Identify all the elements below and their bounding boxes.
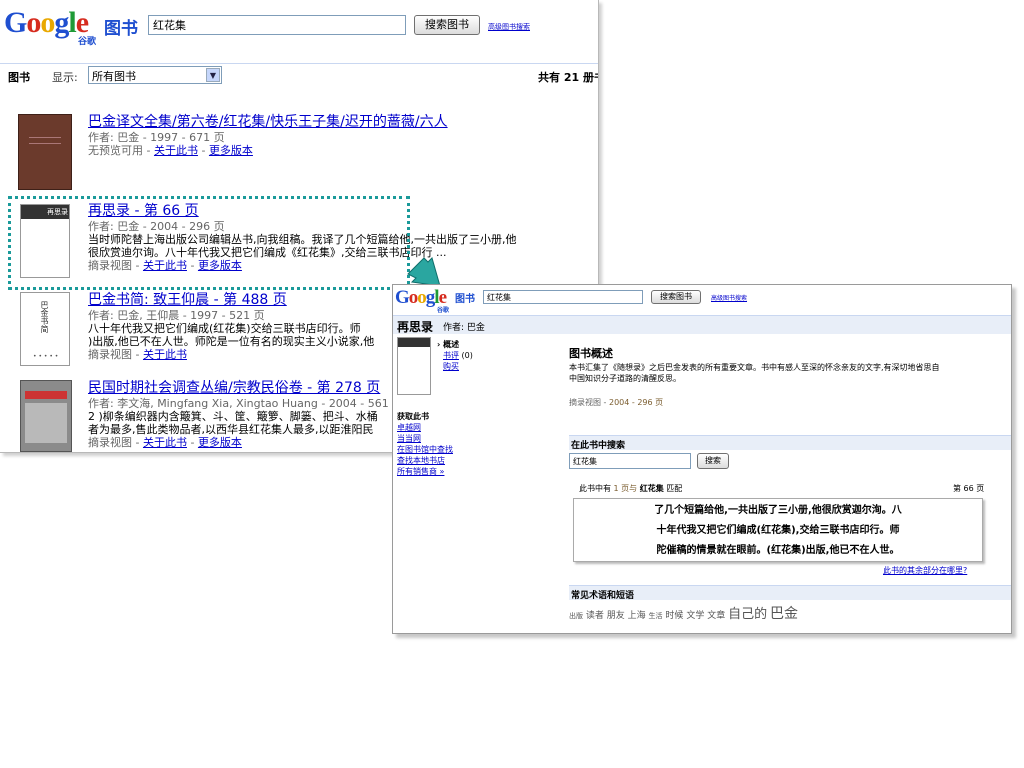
term-link[interactable]: 巴金: [770, 606, 798, 622]
result-meta: 作者: 巴金 - 1997 - 671 页: [88, 131, 225, 144]
book-cover[interactable]: [397, 337, 431, 395]
product-name: 图书: [104, 19, 138, 39]
term-link[interactable]: 出版: [569, 612, 583, 620]
overview-text: 本书汇集了《随想录》之后巴金发表的所有重要文章。书中有感人至深的怀念亲友的文字,…: [569, 363, 940, 383]
nav-overview[interactable]: › 概述: [437, 339, 473, 350]
common-terms-header: 常见术语和短语: [569, 585, 1011, 601]
get-book-panel: 获取此书 卓越网 当当网 在图书馆中查找 查找本地书店 所有销售商 »: [397, 411, 453, 477]
book-title: 再思录: [397, 320, 434, 334]
term-link[interactable]: 生活: [649, 612, 663, 620]
result-count: 共有 21 册书: [538, 71, 599, 84]
in-book-search-input[interactable]: [569, 453, 691, 469]
overview-meta: 摘录视图 - 2004 - 296 页: [569, 398, 664, 407]
result-item-3: 巴金书简: 致王仰晨 - 第 488 页 作者: 巴金, 王仰晨 - 1997 …: [88, 292, 375, 361]
book-detail-window: Google 谷歌 图书 搜索图书 高级图书搜索 再思录 作者: 巴金 › 概述…: [392, 284, 1012, 634]
result-meta: 作者: 巴金, 王仰晨 - 1997 - 521 页: [88, 309, 265, 322]
advanced-search-link[interactable]: 高级图书搜索: [488, 22, 530, 32]
filter-bar: 图书 显示: 所有图书 ▼ 共有 21 册书: [0, 63, 598, 88]
logo-subtitle: 谷歌: [437, 307, 450, 314]
about-book-link[interactable]: 关于此书: [143, 436, 187, 449]
book-author: 作者: 巴金: [443, 323, 485, 333]
term-link[interactable]: 上海: [628, 611, 646, 621]
term-link[interactable]: 文章: [707, 611, 725, 621]
in-book-search-button[interactable]: 搜索: [697, 453, 729, 469]
about-book-link[interactable]: 关于此书: [143, 348, 187, 361]
match-summary: 此书中有 1 页与 红花集 匹配: [579, 484, 683, 493]
snippet-line: 陀催稿的情景就在眼前。(红花集)出版,他已不在人世。: [656, 545, 900, 556]
product-name: 图书: [455, 294, 475, 305]
book-filter-select[interactable]: 所有图书 ▼: [88, 66, 222, 84]
result-meta: 作者: 李文海, Mingfang Xia, Xingtao Huang - 2…: [88, 397, 404, 410]
store-link-joyo[interactable]: 卓越网: [397, 422, 453, 433]
search-input[interactable]: [483, 290, 643, 304]
more-editions-link[interactable]: 更多版本: [198, 436, 242, 449]
common-terms-cloud: 出版 读者 朋友 上海 生活 时候 文学 文章 自己的 巴金: [569, 603, 798, 623]
nav-buy[interactable]: 购买: [437, 361, 473, 372]
term-link[interactable]: 朋友: [607, 611, 625, 621]
overview-heading: 图书概述: [569, 347, 613, 360]
get-book-header: 获取此书: [397, 412, 429, 421]
google-logo[interactable]: Google: [4, 6, 89, 40]
all-sellers-link[interactable]: 所有销售商 »: [397, 466, 453, 477]
result-snippet-line: 2 )柳条编织器内含簸箕、斗、筐、簸箩、脚篓、把斗、水桶: [88, 410, 378, 423]
find-in-library-link[interactable]: 在图书馆中查找: [397, 444, 453, 455]
term-link[interactable]: 文学: [686, 611, 704, 621]
highlight-frame: [8, 196, 410, 290]
filter-label: 图书: [8, 71, 30, 84]
chevron-down-icon: ▼: [206, 68, 220, 82]
snippet-line: 了几个短篇给他,一共出版了三小册,他很欣赏迦尔洵。八: [654, 505, 902, 516]
page-number: 第 66 页: [953, 484, 985, 493]
store-link-dangdang[interactable]: 当当网: [397, 433, 453, 444]
result-title[interactable]: 巴金书简: 致王仰晨 - 第 488 页: [88, 292, 374, 309]
term-link[interactable]: 读者: [586, 611, 604, 621]
snippet-line: 十年代我又把它们编成(红花集),交给三联书店印行。师: [656, 525, 900, 536]
term-link[interactable]: 时候: [665, 611, 683, 621]
in-book-search-header: 在此书中搜索: [569, 435, 1011, 451]
search-books-button[interactable]: 搜索图书: [651, 290, 701, 304]
result-snippet-line: )出版,他已不在人世。师陀是一位有名的现实主义小说家,他: [88, 335, 375, 348]
page-snippet[interactable]: 了几个短篇给他,一共出版了三小册,他很欣赏迦尔洵。八 十年代我又把它们编成(红花…: [573, 498, 983, 562]
book-cover-1[interactable]: [18, 114, 72, 190]
advanced-search-link[interactable]: 高级图书搜索: [711, 293, 747, 302]
find-local-store-link[interactable]: 查找本地书店: [397, 455, 453, 466]
result-title[interactable]: 巴金译文全集/第六卷/红花集/快乐王子集/迟开的蔷薇/六人: [88, 114, 448, 131]
nav-reviews[interactable]: 书评: [443, 351, 459, 360]
result-item-1: 巴金译文全集/第六卷/红花集/快乐王子集/迟开的蔷薇/六人 作者: 巴金 - 1…: [88, 114, 448, 157]
result-item-4: 民国时期社会调查丛编/宗教民俗卷 - 第 278 页 作者: 李文海, Ming…: [88, 380, 404, 449]
result-snippet-line: 者为最多,售此类物品者,以西华县红花集人最多,以距淮阳民: [88, 423, 374, 436]
term-link[interactable]: 自己的: [728, 607, 767, 622]
more-editions-link[interactable]: 更多版本: [209, 144, 253, 157]
search-input[interactable]: [148, 15, 406, 35]
result-title[interactable]: 民国时期社会调查丛编/宗教民俗卷 - 第 278 页: [88, 380, 403, 397]
result-snippet-line: 八十年代我又把它们编成(红花集)交给三联书店印行。师: [88, 322, 361, 335]
where-is-rest-link[interactable]: 此书的其余部分在哪里?: [883, 565, 967, 576]
show-label: 显示:: [52, 71, 78, 84]
book-cover-4[interactable]: [20, 380, 72, 452]
book-title-bar: 再思录 作者: 巴金: [393, 315, 1011, 334]
book-cover-3[interactable]: 巴金书简 • • • • •: [20, 292, 70, 366]
search-books-button[interactable]: 搜索图书: [414, 15, 480, 35]
logo-subtitle: 谷歌: [78, 37, 97, 47]
about-book-link[interactable]: 关于此书: [154, 144, 198, 157]
book-side-nav: › 概述 书评 (0) 购买: [437, 339, 473, 372]
